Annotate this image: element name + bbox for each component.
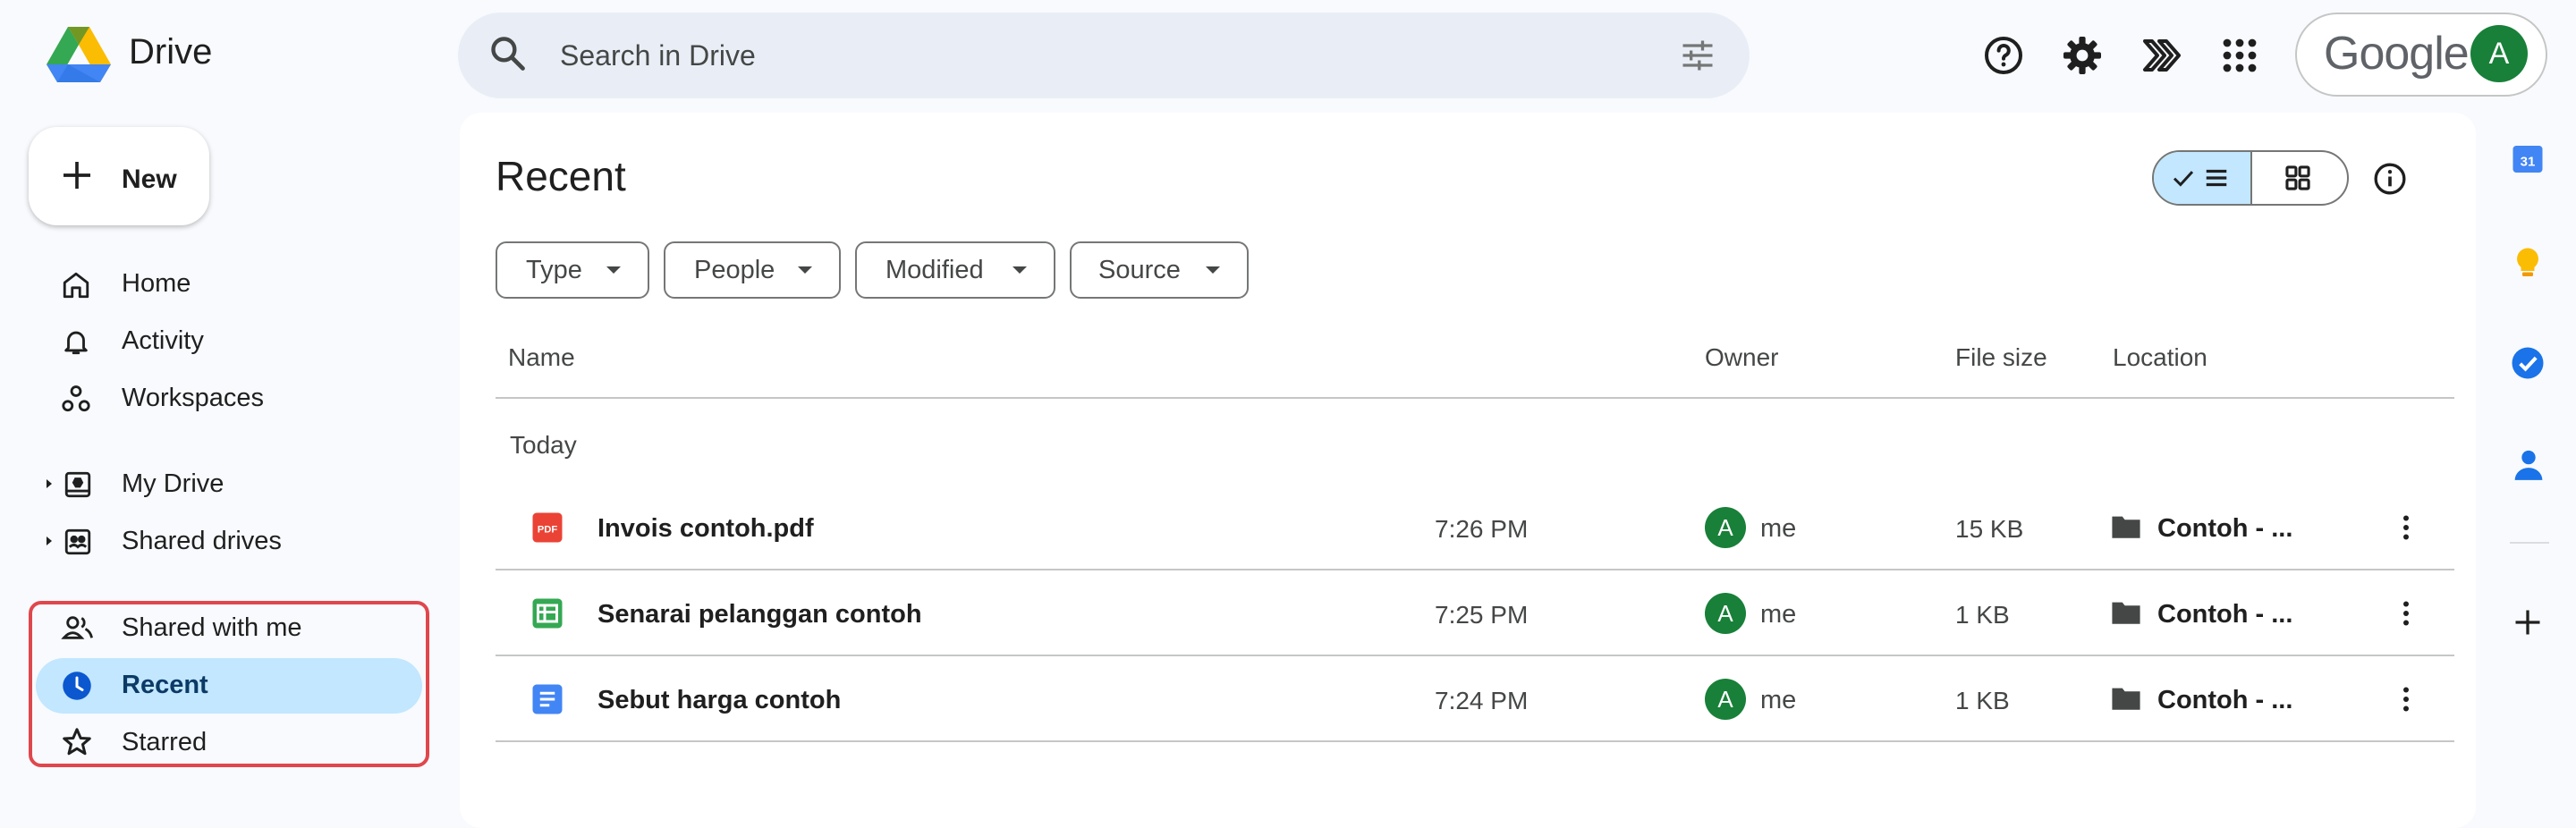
docs-file-icon — [531, 683, 564, 715]
filter-modified-label: Modified — [886, 256, 984, 284]
page-title: Recent — [496, 153, 626, 199]
sidebar-item-label: Starred — [122, 728, 208, 756]
row-divider — [496, 655, 2454, 656]
file-name[interactable]: Invois contoh.pdf — [597, 514, 814, 544]
grid-view-icon[interactable] — [2283, 163, 2313, 193]
sidebar-item-label: My Drive — [122, 469, 225, 498]
caret-down-icon — [606, 266, 621, 274]
column-header-location[interactable]: Location — [2113, 343, 2207, 372]
last-opened-time: 7:24 PM — [1435, 687, 1529, 714]
google-logo-text: Google — [2324, 28, 2470, 80]
more-options-icon[interactable] — [2390, 510, 2422, 545]
drive-logo-icon[interactable] — [47, 25, 111, 84]
sheets-file-icon — [531, 597, 564, 629]
bell-icon — [61, 326, 91, 357]
owner-name: me — [1760, 600, 1797, 629]
owner-avatar: A — [1705, 507, 1746, 548]
home-icon — [61, 270, 91, 300]
apps-grid-icon[interactable] — [2218, 34, 2261, 77]
settings-gear-icon[interactable] — [2061, 34, 2104, 77]
sidebar-item-label: Recent — [122, 671, 208, 699]
sidebar-item-home[interactable] — [32, 258, 426, 310]
calendar-icon[interactable]: 31 — [2512, 143, 2544, 175]
search-icon[interactable] — [488, 34, 528, 73]
caret-down-icon — [798, 266, 812, 274]
filter-people-label: People — [694, 256, 775, 284]
filter-source-label: Source — [1098, 256, 1181, 284]
row-divider — [496, 740, 2454, 742]
sidebar-item-label: Activity — [122, 326, 204, 355]
column-header-owner[interactable]: Owner — [1705, 343, 1778, 372]
expand-arrow-icon[interactable] — [45, 535, 54, 547]
sidebar-item-activity[interactable] — [32, 316, 426, 368]
workspaces-icon — [61, 384, 91, 414]
svg-text:PDF: PDF — [538, 524, 558, 535]
sidebar-item-label: Workspaces — [122, 384, 265, 412]
gemini-icon[interactable] — [2140, 34, 2182, 77]
more-options-icon[interactable] — [2390, 596, 2422, 631]
sidebar-item-label: Home — [122, 269, 191, 298]
expand-arrow-icon[interactable] — [45, 477, 54, 490]
info-icon[interactable] — [2372, 161, 2408, 197]
owner-avatar: A — [1705, 593, 1746, 634]
caret-down-icon — [1013, 266, 1027, 274]
side-panel-divider — [2510, 542, 2549, 544]
file-location[interactable]: Contoh - ... — [2157, 600, 2292, 629]
star-icon — [61, 726, 93, 758]
shared-drives-icon — [63, 527, 93, 557]
pdf-file-icon: PDF — [531, 511, 564, 544]
help-icon[interactable] — [1982, 34, 2025, 77]
filter-type-label: Type — [526, 256, 582, 284]
folder-icon — [2111, 599, 2141, 626]
sidebar-item-label: Shared drives — [122, 527, 282, 555]
plus-icon — [59, 157, 95, 193]
caret-down-icon — [1206, 266, 1220, 274]
sidebar-item-label: Shared with me — [122, 613, 302, 642]
file-name[interactable]: Sebut harga contoh — [597, 686, 841, 715]
people-icon — [61, 613, 95, 643]
group-label-today: Today — [510, 431, 577, 459]
last-opened-time: 7:25 PM — [1435, 601, 1529, 629]
calendar-date: 31 — [2521, 155, 2536, 170]
owner-name: me — [1760, 686, 1797, 714]
file-size: 15 KB — [1955, 515, 2024, 543]
column-header-file-size[interactable]: File size — [1955, 343, 2047, 372]
tasks-icon[interactable] — [2510, 345, 2546, 381]
file-size: 1 KB — [1955, 687, 2010, 714]
file-location[interactable]: Contoh - ... — [2157, 514, 2292, 544]
folder-icon — [2111, 685, 2141, 712]
app-title[interactable]: Drive — [129, 32, 212, 72]
last-opened-time: 7:26 PM — [1435, 515, 1529, 543]
keep-icon[interactable] — [2512, 245, 2544, 281]
contacts-icon[interactable] — [2513, 447, 2544, 483]
new-button[interactable] — [29, 127, 209, 225]
folder-icon — [2111, 513, 2141, 540]
check-icon — [2170, 165, 2197, 191]
owner-name: me — [1760, 514, 1797, 543]
file-name[interactable]: Senarai pelanggan contoh — [597, 600, 922, 629]
new-button-label: New — [122, 165, 177, 194]
row-divider — [496, 569, 2454, 570]
column-header-name[interactable]: Name — [508, 343, 575, 372]
list-view-icon — [2202, 165, 2231, 191]
my-drive-icon — [63, 469, 93, 500]
search-input[interactable]: Search in Drive — [560, 39, 756, 72]
add-icon[interactable] — [2512, 606, 2544, 638]
account-avatar[interactable]: A — [2470, 25, 2528, 82]
more-options-icon[interactable] — [2390, 681, 2422, 717]
header-divider — [496, 397, 2454, 399]
file-location[interactable]: Contoh - ... — [2157, 686, 2292, 715]
file-size: 1 KB — [1955, 601, 2010, 629]
clock-icon — [61, 670, 93, 702]
search-options-icon[interactable] — [1678, 36, 1717, 75]
owner-avatar: A — [1705, 679, 1746, 720]
